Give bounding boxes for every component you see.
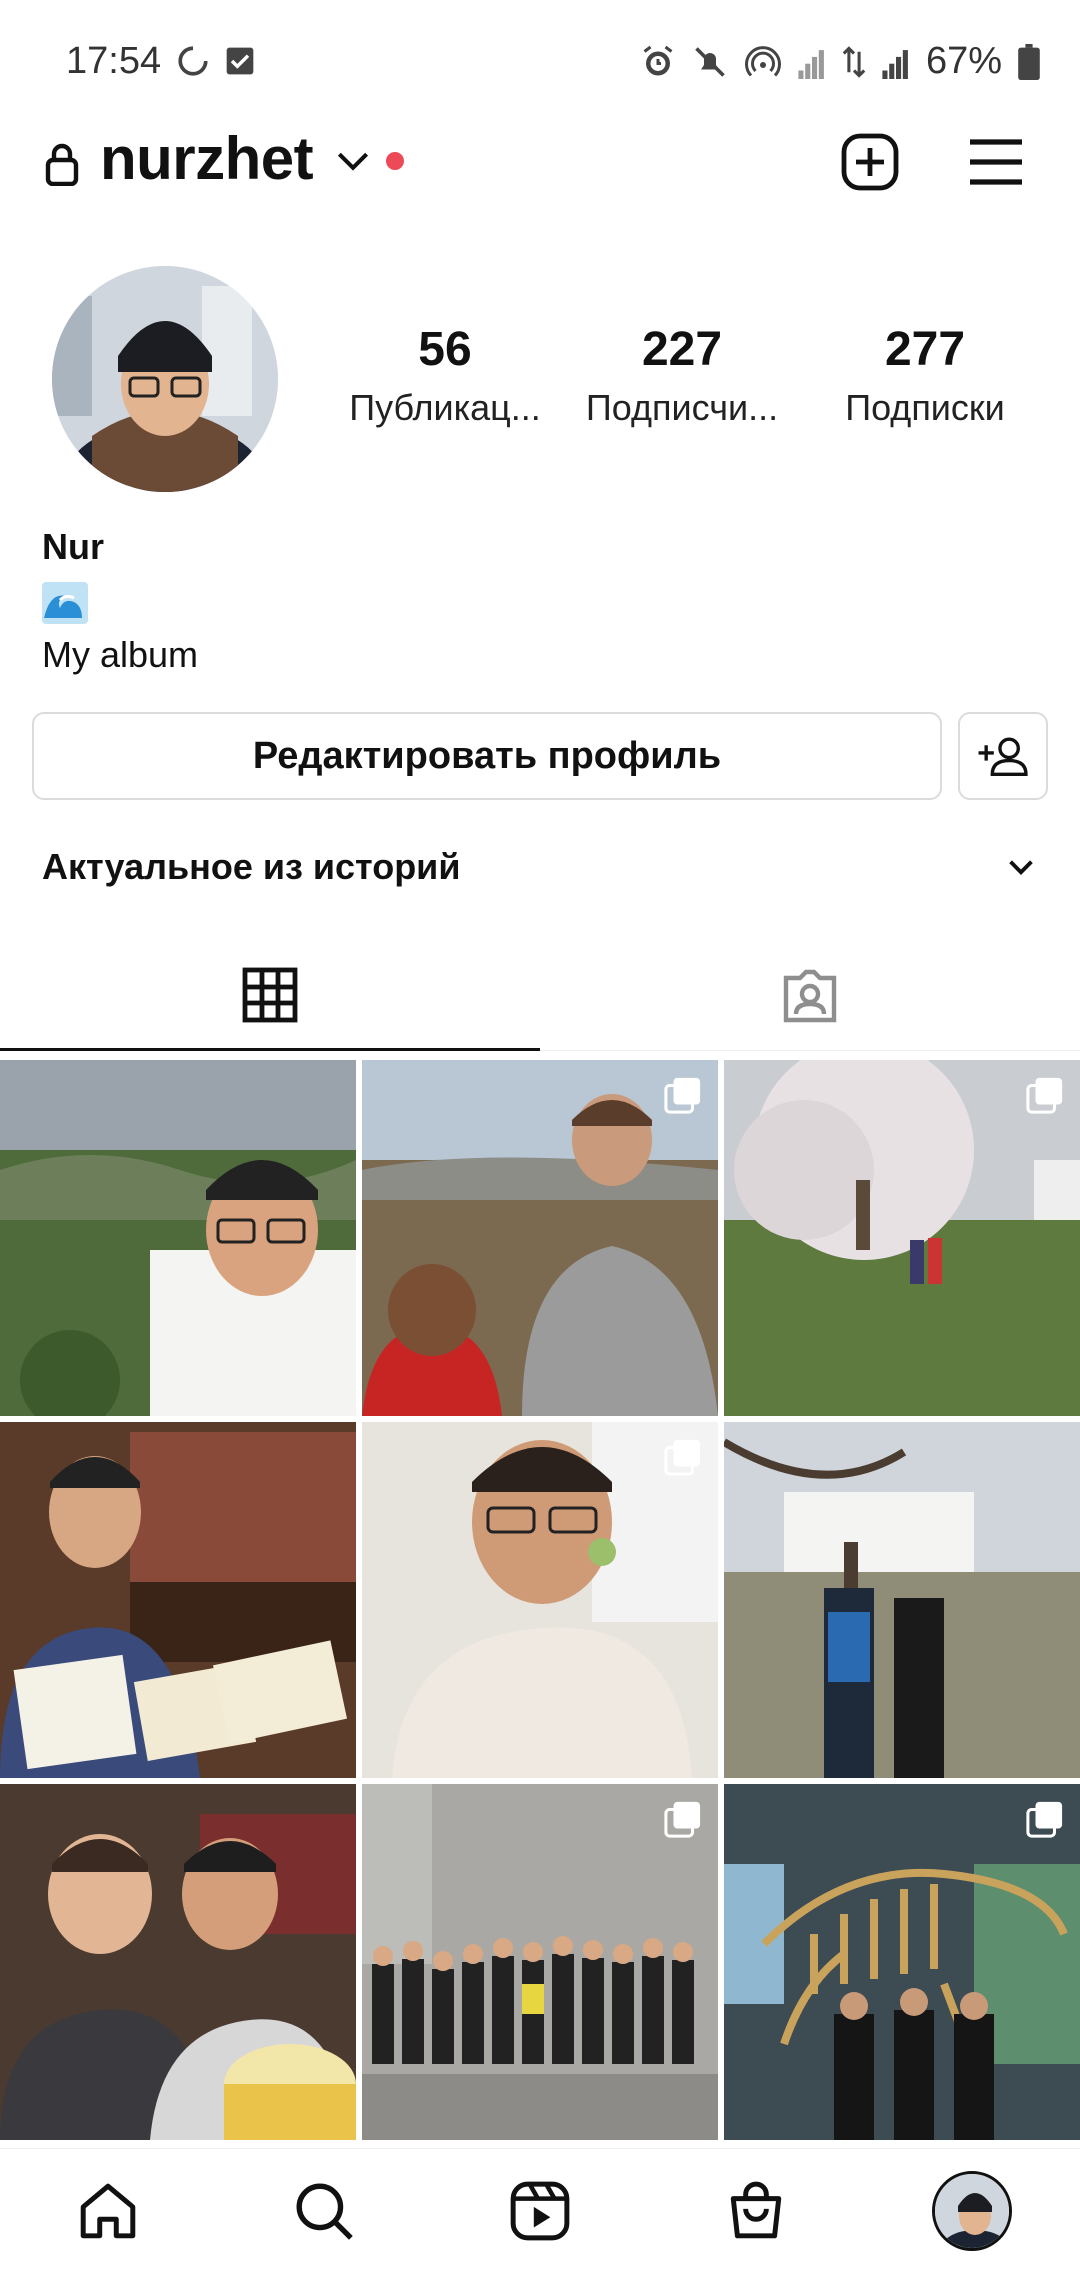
grid-icon bbox=[242, 967, 298, 1023]
followers-count[interactable]: 227 Подписчи... bbox=[572, 322, 792, 429]
discover-people-button[interactable] bbox=[958, 712, 1048, 800]
status-right-icons: 67% bbox=[640, 40, 1040, 83]
multiple-posts-icon bbox=[1026, 1077, 1063, 1114]
followers-label: Подписчи... bbox=[585, 387, 779, 428]
mute-icon bbox=[695, 46, 725, 77]
chevron-down-icon[interactable] bbox=[336, 150, 370, 172]
post-image bbox=[0, 1060, 356, 1416]
add-person-icon bbox=[978, 737, 1028, 776]
home-icon bbox=[80, 2183, 136, 2239]
post-tile[interactable] bbox=[724, 1784, 1080, 2140]
following-number: 277 bbox=[884, 323, 966, 376]
posts-label: Публикац... bbox=[349, 387, 541, 428]
data-transfer-icon bbox=[842, 45, 866, 78]
hotspot-icon bbox=[744, 45, 781, 77]
bio-text: My album bbox=[42, 634, 199, 675]
post-tile[interactable] bbox=[362, 1060, 718, 1416]
post-tile[interactable] bbox=[362, 1422, 718, 1778]
story-highlights-title[interactable]: Актуальное из историй bbox=[42, 846, 460, 888]
battery-percent: 67% bbox=[925, 40, 1002, 82]
post-tile[interactable] bbox=[362, 1784, 718, 2140]
signal-icon bbox=[798, 49, 824, 79]
multiple-posts-icon bbox=[664, 1077, 701, 1114]
menu-icon[interactable] bbox=[968, 136, 1024, 188]
status-left-icons bbox=[176, 44, 256, 78]
posts-number: 56 bbox=[418, 323, 472, 376]
nav-reels[interactable] bbox=[504, 2175, 576, 2247]
reels-icon bbox=[510, 2181, 570, 2241]
nav-shop[interactable] bbox=[720, 2175, 792, 2247]
following-count[interactable]: 277 Подписки bbox=[820, 322, 1030, 429]
followers-number: 227 bbox=[641, 323, 723, 376]
post-tile[interactable] bbox=[0, 1422, 356, 1778]
status-bar: 17:54 67% bbox=[0, 0, 1080, 126]
tab-tagged[interactable] bbox=[540, 936, 1080, 1054]
avatar-photo bbox=[935, 2174, 1009, 2248]
create-post-icon[interactable] bbox=[840, 132, 900, 192]
multiple-posts-icon bbox=[664, 1439, 701, 1476]
status-time: 17:54 bbox=[66, 40, 162, 82]
post-tile[interactable] bbox=[0, 1784, 356, 2140]
shop-icon bbox=[730, 2181, 782, 2239]
sync-icon bbox=[178, 46, 208, 76]
wave-emoji-icon bbox=[42, 582, 88, 624]
profile-header: nurzhet bbox=[0, 120, 1080, 206]
tagged-icon bbox=[783, 969, 837, 1023]
edit-profile-button[interactable]: Редактировать профиль bbox=[32, 712, 942, 800]
profile-avatar[interactable] bbox=[52, 266, 278, 492]
post-tile[interactable] bbox=[724, 1060, 1080, 1416]
lock-icon bbox=[45, 143, 79, 186]
post-image bbox=[0, 1422, 356, 1778]
bottom-navigation bbox=[0, 2148, 1080, 2276]
tab-posts-grid[interactable] bbox=[0, 936, 540, 1054]
alarm-icon bbox=[643, 45, 673, 75]
following-label: Подписки bbox=[845, 387, 1005, 428]
nav-home[interactable] bbox=[72, 2175, 144, 2247]
nav-profile-avatar[interactable] bbox=[932, 2171, 1012, 2251]
search-icon bbox=[296, 2183, 353, 2240]
active-tab-indicator bbox=[0, 1048, 540, 1051]
notification-dot bbox=[386, 152, 404, 170]
post-tile[interactable] bbox=[0, 1060, 356, 1416]
username[interactable]: nurzhet bbox=[100, 124, 314, 193]
post-tile[interactable] bbox=[724, 1422, 1080, 1778]
multiple-posts-icon bbox=[664, 1801, 701, 1838]
chevron-down-icon[interactable] bbox=[1008, 858, 1034, 876]
checkbox-notification-icon bbox=[226, 47, 254, 75]
posts-count[interactable]: 56 Публикац... bbox=[330, 322, 560, 429]
signal-icon-2 bbox=[882, 49, 908, 79]
nav-search[interactable] bbox=[288, 2175, 360, 2247]
battery-icon bbox=[1018, 43, 1040, 80]
profile-name: Nur bbox=[42, 526, 104, 567]
avatar-photo bbox=[52, 266, 278, 492]
post-image bbox=[0, 1784, 356, 2140]
post-image bbox=[724, 1422, 1080, 1778]
multiple-posts-icon bbox=[1026, 1801, 1063, 1838]
